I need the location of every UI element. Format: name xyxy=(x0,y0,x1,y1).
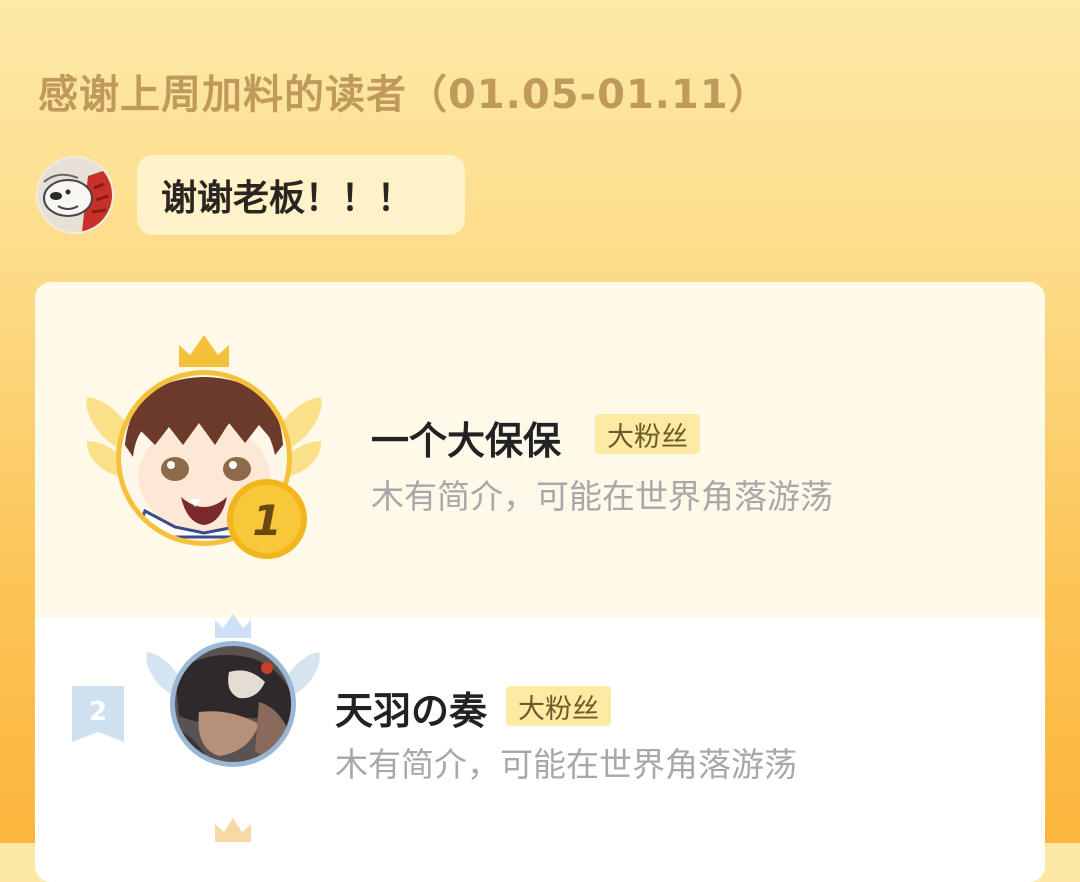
rank-1-number: 1 xyxy=(252,496,281,545)
rank-2-fan-badge: 大粉丝 xyxy=(506,686,611,726)
rank-1-name[interactable]: 一个大保保 xyxy=(371,410,561,465)
rank-2-number: 2 xyxy=(89,697,107,727)
rank-3-crown-icon xyxy=(215,818,251,842)
author-speech-bubble: 谢谢老板！！！ xyxy=(137,155,465,235)
rank-2-avatar-frame xyxy=(146,614,320,767)
rank-2-number-badge: 2 xyxy=(72,686,124,742)
crown-icon xyxy=(215,614,251,638)
author-avatar[interactable] xyxy=(36,156,114,234)
rank-1-bio: 木有简介，可能在世界角落游荡 xyxy=(371,477,833,516)
rank-row-first[interactable]: 1 一个大保保 大粉丝 木有简介，可能在世界角落游荡 xyxy=(35,282,1045,618)
page-title: 感谢上周加料的读者（01.05-01.11） xyxy=(38,72,770,118)
ranking-card: 1 一个大保保 大粉丝 木有简介，可能在世界角落游荡 2 天羽の奏 大粉丝 木有… xyxy=(35,282,1045,882)
rank-row-second[interactable]: 2 天羽の奏 大粉丝 木有简介，可能在世界角落游荡 xyxy=(35,614,1045,882)
rank-1-number-badge: 1 xyxy=(227,479,307,559)
rank-2-name[interactable]: 天羽の奏 xyxy=(335,680,487,735)
crown-icon xyxy=(179,335,229,367)
rank-2-bio: 木有简介，可能在世界角落游荡 xyxy=(335,745,797,784)
rank-1-avatar-frame: 1 xyxy=(86,335,322,559)
rank-1-fan-badge: 大粉丝 xyxy=(595,414,700,454)
